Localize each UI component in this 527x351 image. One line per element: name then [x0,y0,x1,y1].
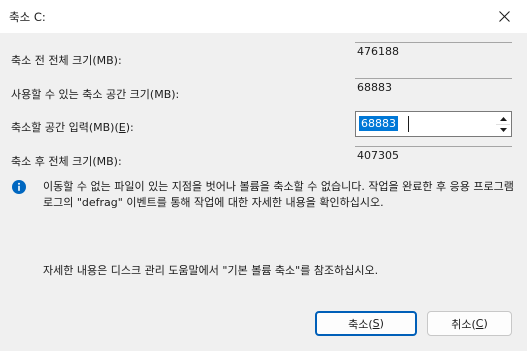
shrink-amount-label-suffix: ): [125,121,134,134]
total-after-label: 축소 후 전체 크기(MB): [11,155,122,168]
text-caret [408,116,409,132]
cancel-button-prefix: 취소( [451,317,476,331]
cancel-button-suffix: ) [483,317,488,330]
close-icon [499,11,510,22]
title-bar: 축소 C: [0,0,527,33]
shrink-button-key: S [372,317,380,330]
cancel-button[interactable]: 취소(C) [427,311,512,336]
help-message: 자세한 내용은 디스크 관리 도움말에서 "기본 볼륨 축소"를 참조하십시오. [43,264,379,277]
shrink-amount-input[interactable]: 68883 [359,116,398,131]
shrink-amount-label-prefix: 축소할 공간 입력(MB)( [11,121,119,134]
cancel-button-key: C [475,317,484,330]
available-label: 사용할 수 있는 축소 공간 크기(MB): [11,88,180,101]
chevron-down-icon [499,127,507,132]
total-before-value: 476188 [357,45,399,58]
shrink-amount-spinbox[interactable]: 68883 [355,111,512,137]
chevron-up-icon [499,116,507,121]
available-value-box: 68883 [355,78,512,99]
available-value: 68883 [357,81,392,94]
total-after-value-box: 407305 [355,146,512,167]
window-title: 축소 C: [9,10,46,24]
shrink-amount-label: 축소할 공간 입력(MB)(E): [11,119,134,135]
shrink-button-suffix: ) [379,317,384,330]
shrink-amount-label-key: E [118,121,126,134]
shrink-dialog: 축소 C: 축소 전 전체 크기(MB): 476188 사용할 수 있는 축소… [0,0,527,351]
shrink-button[interactable]: 축소(S) [315,311,417,336]
total-after-value: 407305 [357,149,399,162]
shrink-button-prefix: 축소( [348,317,373,331]
total-before-value-box: 476188 [355,42,512,63]
total-before-label: 축소 전 전체 크기(MB): [11,54,122,67]
close-button[interactable] [482,0,527,33]
info-icon [12,180,26,194]
spin-down-button[interactable] [496,124,510,135]
info-message: 이동할 수 없는 파일이 있는 지점을 벗어나 볼륨을 축소할 수 없습니다. … [43,180,514,209]
